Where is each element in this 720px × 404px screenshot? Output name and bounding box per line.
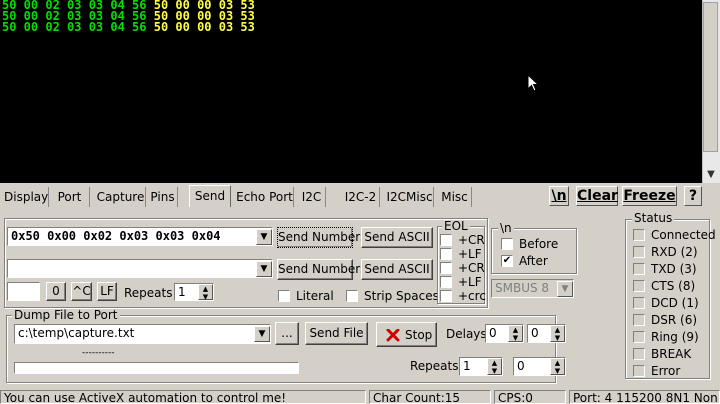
dump-file-label: Dump File to Port [12,308,120,322]
indicator-light-icon [633,331,645,343]
dump-file-path-input[interactable]: c:\temp\capture.txt [14,324,271,344]
mouse-cursor-icon [527,74,539,92]
before-label: Before [519,237,559,251]
after-label: After [519,254,548,268]
eol-cr-label: +CR [458,233,485,247]
chevron-down-icon[interactable]: ▼ [254,326,270,342]
indicator-light-icon [633,263,645,275]
indicator-light-icon [633,365,645,377]
dump-progress-text: ---------- [82,348,115,358]
newline-group-label: \n [498,221,514,235]
indicator-light-icon [633,280,645,292]
freeze-button[interactable]: Freeze [622,186,677,206]
indicator-label: CTS (8) [651,279,696,293]
tab-i2cmisc[interactable]: I2CMisc [386,187,434,207]
tab-misc[interactable]: Misc [438,187,472,207]
eol-cr-checkbox-2[interactable] [440,262,452,274]
tab-capture[interactable]: Capture [96,187,146,207]
scroll-down-arrow-icon[interactable]: ▼ [702,166,720,183]
indicator-label: Connected [651,228,716,242]
stop-button[interactable]: Stop [376,322,437,347]
after-checkbox[interactable]: ✔ [501,255,513,267]
help-button[interactable]: ? [684,186,702,206]
tab-display[interactable]: Display [4,187,49,207]
chevron-down-icon[interactable]: ▼ [557,281,573,297]
newline-button[interactable]: \n [549,186,569,206]
delays-label: Delays [446,327,487,341]
indicator-light-icon [633,229,645,241]
send-ascii-button-2[interactable]: Send ASCII [361,259,433,280]
strip-spaces-checkbox[interactable] [346,290,358,302]
indicator-label: DCD (1) [651,296,699,310]
zero-button[interactable]: 0 [46,282,66,301]
terminal-output[interactable]: 50 00 02 03 03 04 56 50 00 00 03 53 50 0… [0,0,702,183]
dump-repeats-spinner-icon[interactable]: ▲ ▼ [487,358,502,375]
literal-label: Literal [296,289,334,303]
literal-checkbox[interactable] [278,290,290,302]
send-file-button[interactable]: Send File [305,322,368,345]
stop-x-icon [386,329,400,342]
indicator-label: RXD (2) [651,245,698,259]
statusbar-port: Port: 4 115200 8N1 Non [569,390,720,404]
indicator-light-icon [633,348,645,360]
eol-lf-label: +LF [458,247,482,261]
send-numbers-button-2[interactable]: Send Numbers [277,259,367,280]
char-input[interactable] [7,282,40,301]
indicator-label: Ring (9) [651,330,699,344]
eol-lf-label-2: +LF [458,275,482,289]
send-ascii-button-1[interactable]: Send ASCII [361,227,433,248]
indicator-label: TXD (3) [651,262,697,276]
chevron-down-icon[interactable]: ▼ [256,261,272,277]
tab-echo-port[interactable]: Echo Port [236,187,294,207]
status-group-label: Status [632,211,675,225]
chevron-down-icon[interactable]: ▼ [256,229,272,245]
scrollbar-thumb[interactable] [703,2,718,152]
repeats-spinner-icon[interactable]: ▲ ▼ [198,284,213,301]
ctrl-c-button[interactable]: ^C [71,282,92,301]
eol-label: EOL [442,219,470,233]
tab-pins[interactable]: Pins [148,187,178,207]
indicator-light-icon [633,297,645,309]
eol-lf-checkbox-2[interactable] [440,276,452,288]
indicator-label: DSR (6) [651,313,698,327]
dump-repeats-label: Repeats [410,359,459,373]
tab-send[interactable]: Send [189,185,231,207]
strip-spaces-label: Strip Spaces [364,289,439,303]
browse-button[interactable]: ... [275,322,299,345]
tab-i2c-2[interactable]: I2C-2 [342,187,380,207]
lf-button[interactable]: LF [97,282,117,301]
repeats-label: Repeats [124,286,173,300]
eol-cr-checkbox[interactable] [440,234,452,246]
eol-cr-label-2: +CR [458,261,485,275]
tab-i2c[interactable]: I2C [298,187,326,207]
indicator-light-icon [633,314,645,326]
delay-spinner-icon[interactable]: ▲ ▼ [550,325,565,342]
clear-button[interactable]: Clear [576,186,618,206]
dump-repeats-spinner-icon[interactable]: ▲ ▼ [550,358,565,375]
before-checkbox[interactable] [501,238,513,250]
delay-spinner-icon[interactable]: ▲ ▼ [508,325,523,342]
tab-port[interactable]: Port [50,187,90,207]
indicator-light-icon [633,246,645,258]
eol-crc-label: +crc [458,289,486,303]
eol-lf-checkbox[interactable] [440,248,452,260]
terminal-line: 50 00 02 03 03 04 56 50 00 00 03 53 [2,20,255,34]
indicator-label: Error [651,364,681,378]
indicator-label: BREAK [651,347,692,361]
statusbar-cps: CPS:0 [494,390,566,404]
statusbar-char-count: Char Count:15 [369,390,491,404]
statusbar-message: You can use ActiveX automation to contro… [0,390,366,404]
send-line-1-input[interactable]: 0x50 0x00 0x02 0x03 0x03 0x04 [7,227,273,246]
stop-label: Stop [405,328,433,342]
eol-crc-checkbox[interactable] [440,290,452,302]
dump-progress-bar [14,362,299,374]
send-numbers-button-1[interactable]: Send Numbers [277,227,367,248]
send-line-2-input[interactable] [7,259,273,278]
